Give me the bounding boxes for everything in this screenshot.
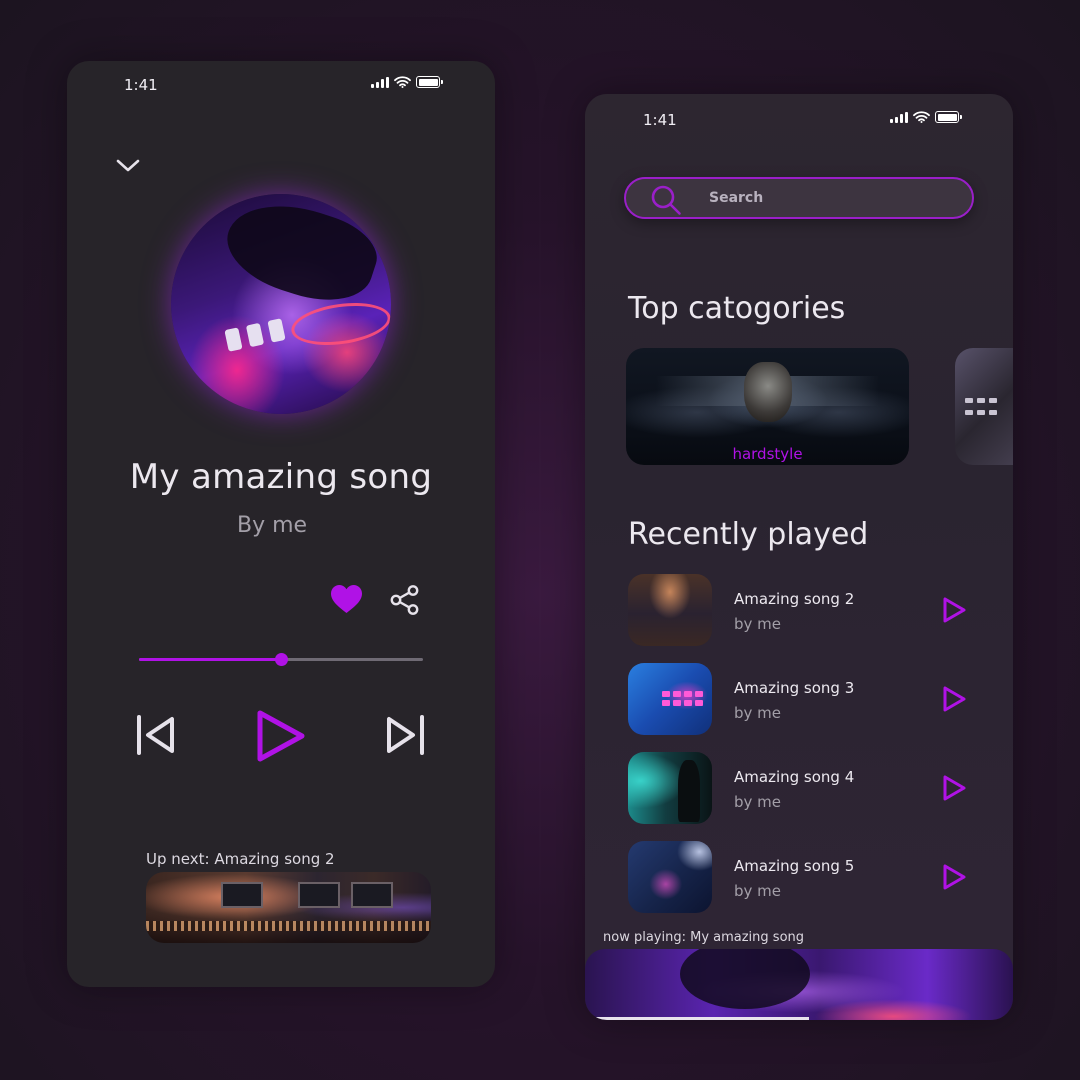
share-icon[interactable] (389, 584, 421, 616)
battery-icon (416, 76, 443, 88)
list-item[interactable]: Amazing song 4 by me (628, 752, 978, 824)
play-button[interactable] (252, 708, 308, 764)
song-name: Amazing song 3 (734, 679, 855, 697)
song-name: Amazing song 2 (734, 590, 855, 608)
play-icon[interactable] (940, 596, 968, 624)
play-icon[interactable] (940, 863, 968, 891)
song-thumbnail[interactable] (628, 663, 712, 735)
status-icons (371, 76, 443, 88)
now-playing-label: now playing: My amazing song (603, 930, 805, 945)
wifi-icon (913, 111, 930, 123)
cellular-signal-icon (890, 111, 908, 123)
battery-icon (935, 111, 962, 123)
status-time: 1:41 (643, 111, 677, 129)
search-icon (651, 185, 681, 215)
player-screen: 1:41 My amazing song By me Up next: Amaz… (67, 61, 495, 987)
top-categories-heading: Top catogories (628, 291, 846, 326)
play-icon[interactable] (940, 774, 968, 802)
wifi-icon (394, 76, 411, 88)
up-next-label: Up next: Amazing song 2 (146, 850, 335, 868)
up-next-card[interactable] (146, 872, 431, 943)
skip-previous-button[interactable] (136, 714, 176, 756)
recently-played-heading: Recently played (628, 517, 869, 552)
song-thumbnail[interactable] (628, 752, 712, 824)
song-artist: by me (734, 615, 782, 633)
list-item[interactable]: Amazing song 5 by me (628, 841, 978, 913)
skip-next-button[interactable] (385, 714, 425, 756)
seek-slider[interactable] (139, 653, 423, 667)
status-time: 1:41 (124, 76, 158, 94)
chevron-down-icon[interactable] (115, 156, 141, 174)
song-title: My amazing song (129, 457, 433, 497)
category-card[interactable] (955, 348, 1013, 465)
now-playing-progress (595, 1017, 809, 1020)
list-item[interactable]: Amazing song 3 by me (628, 663, 978, 735)
list-item[interactable]: Amazing song 2 by me (628, 574, 978, 646)
song-artist: by me (734, 793, 782, 811)
album-art (171, 194, 391, 414)
seek-handle[interactable] (275, 653, 288, 666)
song-name: Amazing song 5 (734, 857, 855, 875)
seek-fill (139, 658, 281, 661)
song-artist: by me (734, 882, 782, 900)
status-icons (890, 111, 962, 123)
song-thumbnail[interactable] (628, 841, 712, 913)
search-placeholder: Search (709, 190, 764, 206)
song-artist: by me (734, 704, 782, 722)
category-card-hardstyle[interactable]: hardstyle (626, 348, 909, 465)
play-icon[interactable] (940, 685, 968, 713)
category-label: hardstyle (732, 445, 803, 463)
now-playing-bar[interactable] (585, 949, 1013, 1020)
cellular-signal-icon (371, 76, 389, 88)
status-bar: 1:41 (585, 111, 1013, 131)
song-name: Amazing song 4 (734, 768, 855, 786)
status-bar: 1:41 (67, 76, 495, 96)
song-thumbnail[interactable] (628, 574, 712, 646)
song-artist: By me (237, 513, 308, 538)
search-input[interactable]: Search (624, 177, 974, 219)
browse-screen: 1:41 Search Top catogories hardstyle Rec… (585, 94, 1013, 1020)
heart-icon[interactable] (330, 584, 363, 614)
